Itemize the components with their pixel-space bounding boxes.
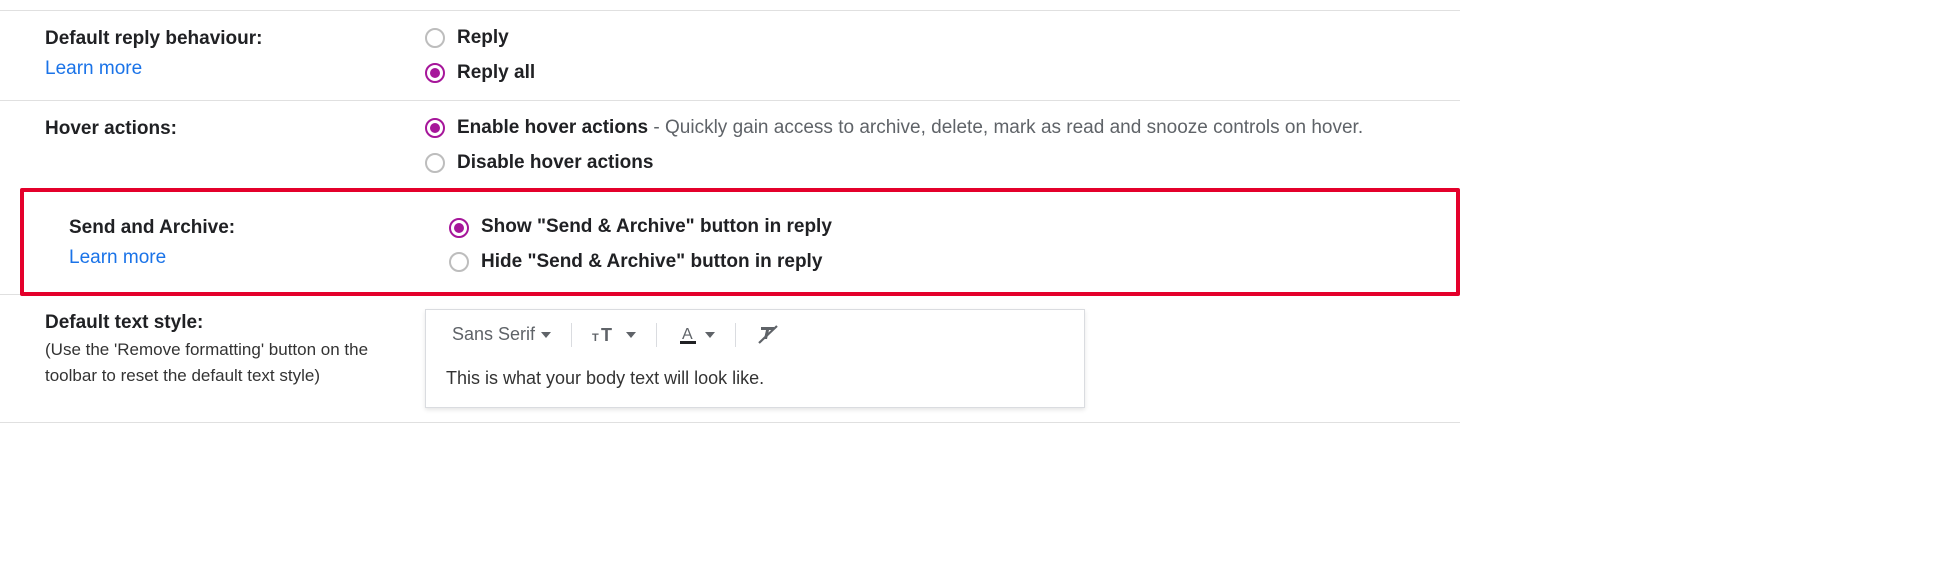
disable-hover-label: Disable hover actions [457,150,653,177]
radio-icon[interactable] [449,252,469,272]
default-text-style-hint: (Use the 'Remove formatting' button on t… [45,337,409,388]
reply-all-option-label: Reply all [457,60,535,87]
hover-actions-label-col: Hover actions: [45,115,425,144]
bottom-divider [0,422,1460,423]
send-archive-title: Send and Archive: [69,214,433,243]
remove-formatting-icon [756,324,780,346]
font-size-dropdown[interactable]: T T [586,321,642,349]
remove-formatting-button[interactable] [750,320,786,350]
toolbar-separator [656,323,657,347]
hover-actions-row: Hover actions: Enable hover actions - Qu… [0,100,1460,190]
hover-actions-title: Hover actions: [45,115,409,144]
default-reply-options: Reply Reply all [425,25,1460,86]
hide-send-archive-option[interactable]: Hide "Send & Archive" button in reply [449,249,1456,276]
text-color-dropdown[interactable]: A [671,320,721,350]
reply-all-option[interactable]: Reply all [425,60,1460,87]
default-reply-row: Default reply behaviour: Learn more Repl… [0,10,1460,100]
disable-hover-option[interactable]: Disable hover actions [425,150,1460,177]
radio-icon[interactable] [425,153,445,173]
text-style-sample: This is what your body text will look li… [426,356,1084,407]
send-archive-options: Show "Send & Archive" button in reply Hi… [449,214,1456,275]
font-family-value: Sans Serif [452,324,535,345]
send-archive-learn-more-link[interactable]: Learn more [69,243,166,273]
text-style-toolbar: Sans Serif T T [426,310,1084,356]
text-size-icon: T T [592,325,620,345]
toolbar-separator [571,323,572,347]
svg-text:A: A [682,326,693,343]
reply-option-label: Reply [457,25,509,52]
send-archive-label-col: Send and Archive: Learn more [69,214,449,273]
send-archive-row: Send and Archive: Learn more Show "Send … [20,188,1460,295]
default-text-style-row: Default text style: (Use the 'Remove for… [0,294,1460,422]
reply-option[interactable]: Reply [425,25,1460,52]
hide-send-archive-label: Hide "Send & Archive" button in reply [481,249,822,276]
default-text-style-title: Default text style: [45,309,409,338]
text-style-editor: Sans Serif T T [425,309,1085,408]
radio-icon[interactable] [425,63,445,83]
enable-hover-label: Enable hover actions [457,117,648,138]
show-send-archive-label: Show "Send & Archive" button in reply [481,214,832,241]
enable-hover-desc: - Quickly gain access to archive, delete… [648,117,1363,138]
text-color-icon: A [677,324,699,346]
chevron-down-icon [541,332,551,338]
svg-text:T: T [592,332,599,344]
hover-actions-options: Enable hover actions - Quickly gain acce… [425,115,1460,176]
default-reply-label-col: Default reply behaviour: Learn more [45,25,425,84]
default-reply-learn-more-link[interactable]: Learn more [45,54,142,84]
show-send-archive-option[interactable]: Show "Send & Archive" button in reply [449,214,1456,241]
font-family-dropdown[interactable]: Sans Serif [446,320,557,349]
radio-icon[interactable] [425,28,445,48]
svg-text:T: T [601,325,612,345]
radio-icon[interactable] [449,218,469,238]
chevron-down-icon [626,332,636,338]
default-reply-title: Default reply behaviour: [45,25,409,54]
default-text-style-label-col: Default text style: (Use the 'Remove for… [45,309,425,389]
enable-hover-option[interactable]: Enable hover actions - Quickly gain acce… [425,115,1460,142]
toolbar-separator [735,323,736,347]
default-text-style-options: Sans Serif T T [425,309,1460,408]
radio-icon[interactable] [425,118,445,138]
chevron-down-icon [705,332,715,338]
